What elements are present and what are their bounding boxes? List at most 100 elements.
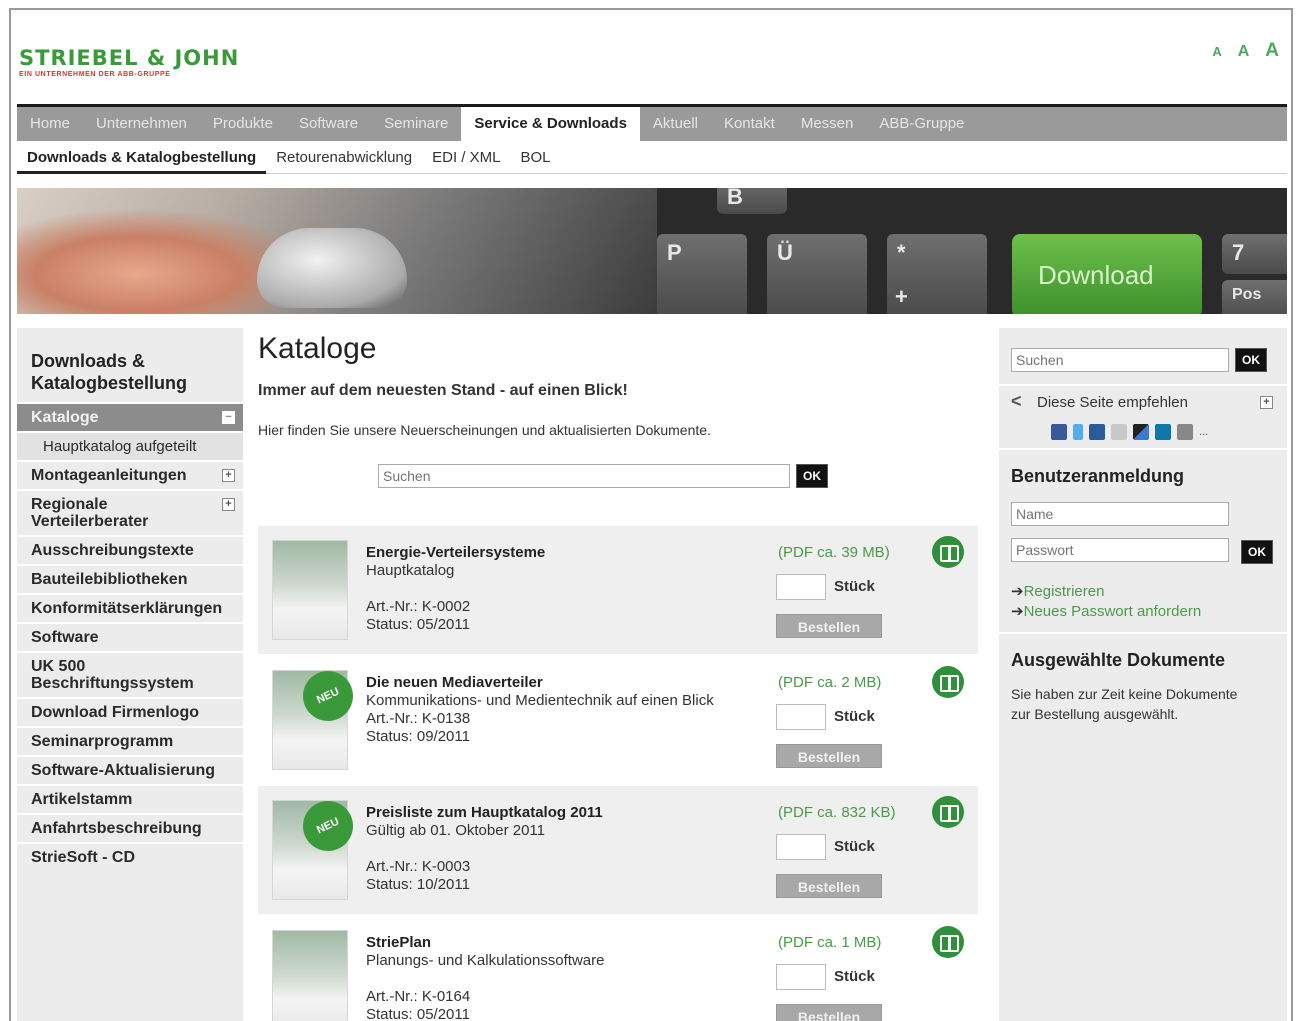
sidebar-item-label: Software-Aktualisierung <box>31 762 216 779</box>
sub-navigation: Downloads & Katalogbestellung Retourenab… <box>17 141 1287 174</box>
sidebar-item-striesoft-cd[interactable]: StrieSoft - CD <box>17 842 243 871</box>
catalog-search-ok-button[interactable]: OK <box>796 464 828 488</box>
hero-key-7: 7 <box>1222 234 1287 274</box>
nav-produkte[interactable]: Produkte <box>200 107 286 141</box>
quantity-input[interactable] <box>776 834 826 860</box>
site-search: OK <box>1011 348 1267 372</box>
more-icon[interactable]: ... <box>1199 426 1208 438</box>
site-search-ok-button[interactable]: OK <box>1235 348 1267 372</box>
quantity-input[interactable] <box>776 574 826 600</box>
left-sidebar: Downloads & Katalogbestellung Kataloge − … <box>17 328 243 1021</box>
sidebar-item-montageanleitungen[interactable]: Montageanleitungen + <box>17 460 243 489</box>
login-name-field[interactable] <box>1011 502 1229 526</box>
login-ok-button[interactable]: OK <box>1241 540 1273 564</box>
subnav-downloads-katalogbestellung[interactable]: Downloads & Katalogbestellung <box>17 141 267 174</box>
book-icon[interactable] <box>932 536 964 568</box>
quantity-unit-label: Stück <box>834 578 875 595</box>
sidebar-title: Downloads & Katalogbestellung <box>31 351 188 393</box>
share-page[interactable]: Diese Seite empfehlen <box>1011 391 1188 412</box>
list-item: Energie-Verteilersysteme Hauptkatalog Ar… <box>258 526 978 654</box>
nav-home[interactable]: Home <box>17 107 83 141</box>
pdf-download-link[interactable]: (PDF ca. 39 MB) <box>778 544 890 561</box>
product-name[interactable]: Preisliste zum Hauptkatalog 2011 <box>366 804 746 822</box>
catalog-cover-image[interactable] <box>272 540 348 640</box>
list-item: NEU Preisliste zum Hauptkatalog 2011 Gül… <box>258 786 978 914</box>
sidebar-item-anfahrtsbeschreibung[interactable]: Anfahrtsbeschreibung <box>17 813 243 842</box>
quantity-unit-label: Stück <box>834 968 875 985</box>
sidebar-item-software[interactable]: Software <box>17 622 243 651</box>
selected-documents-title: Ausgewählte Dokumente <box>1011 650 1226 670</box>
font-size-medium-button[interactable]: A <box>1238 43 1250 61</box>
book-icon[interactable] <box>932 926 964 958</box>
order-button[interactable]: Bestellen <box>776 874 882 898</box>
book-icon[interactable] <box>932 666 964 698</box>
sidebar-item-regionale-verteilerberater[interactable]: Regionale Verteilerberater + <box>17 489 243 535</box>
bookmark-icon[interactable] <box>1111 424 1127 440</box>
quantity-input[interactable] <box>776 964 826 990</box>
expand-icon[interactable]: + <box>1260 396 1273 409</box>
book-icon[interactable] <box>932 796 964 828</box>
sidebar-item-download-firmenlogo[interactable]: Download Firmenlogo <box>17 697 243 726</box>
sidebar-item-label: Software <box>31 629 99 646</box>
linkedin-icon[interactable] <box>1155 424 1171 440</box>
product-art-nr: Art.-Nr.: K-0002 <box>366 598 471 615</box>
sidebar-item-label: UK 500 Beschriftungssystem <box>31 658 194 692</box>
arrow-right-icon: ➔ <box>1011 603 1024 620</box>
subnav-retourenabwicklung[interactable]: Retourenabwicklung <box>266 141 422 174</box>
facebook-icon[interactable] <box>1051 424 1067 440</box>
sidebar-item-hauptkatalog-aufgeteilt[interactable]: Hauptkatalog aufgeteilt <box>17 431 243 460</box>
sidebar-item-label: Regionale Verteilerberater <box>31 496 149 530</box>
nav-aktuell[interactable]: Aktuell <box>640 107 711 141</box>
order-button[interactable]: Bestellen <box>776 1004 882 1021</box>
site-search-input[interactable] <box>1011 348 1229 372</box>
nav-abb-gruppe[interactable]: ABB-Gruppe <box>866 107 977 141</box>
catalog-search-input[interactable] <box>378 464 790 488</box>
expand-icon[interactable]: + <box>222 498 235 511</box>
order-button[interactable]: Bestellen <box>776 744 882 768</box>
register-link-label: Registrieren <box>1023 583 1105 600</box>
quantity-unit-label: Stück <box>834 708 875 725</box>
product-name[interactable]: Die neuen Mediaverteiler <box>366 674 746 692</box>
quantity-input[interactable] <box>776 704 826 730</box>
twitter-icon[interactable] <box>1073 424 1083 440</box>
order-button[interactable]: Bestellen <box>776 614 882 638</box>
register-link[interactable]: ➔Registrieren <box>1011 582 1104 600</box>
company-logo[interactable]: STRIEBEL & JOHN EIN UNTERNEHMEN DER ABB-… <box>19 46 239 78</box>
product-info: Energie-Verteilersysteme Hauptkatalog Ar… <box>366 544 746 634</box>
pdf-download-link[interactable]: (PDF ca. 832 KB) <box>778 804 896 821</box>
expand-icon[interactable]: + <box>222 469 235 482</box>
login-password-field[interactable] <box>1011 538 1229 562</box>
pdf-download-link[interactable]: (PDF ca. 1 MB) <box>778 934 881 951</box>
sidebar-item-ausschreibungstexte[interactable]: Ausschreibungstexte <box>17 535 243 564</box>
print-icon[interactable] <box>1177 424 1193 440</box>
delicious-icon[interactable] <box>1133 424 1149 440</box>
nav-unternehmen[interactable]: Unternehmen <box>83 107 200 141</box>
font-size-large-button[interactable]: A <box>1265 40 1279 62</box>
list-item: NEU Die neuen Mediaverteiler Kommunikati… <box>258 656 978 784</box>
sidebar-item-uk500[interactable]: UK 500 Beschriftungssystem <box>17 651 243 697</box>
share-icon[interactable] <box>1089 424 1105 440</box>
nav-seminare[interactable]: Seminare <box>371 107 461 141</box>
new-password-link[interactable]: ➔Neues Passwort anfordern <box>1011 602 1201 620</box>
sidebar-item-seminarprogramm[interactable]: Seminarprogramm <box>17 726 243 755</box>
social-icons: ... <box>1051 424 1208 440</box>
product-name[interactable]: Energie-Verteilersysteme <box>366 544 746 562</box>
sidebar-item-konformitaetserklaerungen[interactable]: Konformitätserklärungen <box>17 593 243 622</box>
subnav-edi-xml[interactable]: EDI / XML <box>422 141 510 174</box>
pdf-download-link[interactable]: (PDF ca. 2 MB) <box>778 674 881 691</box>
font-size-small-button[interactable]: A <box>1212 44 1221 59</box>
nav-service-downloads[interactable]: Service & Downloads <box>461 107 640 143</box>
sidebar-item-bauteilebibliotheken[interactable]: Bauteilebibliotheken <box>17 564 243 593</box>
subnav-bol[interactable]: BOL <box>510 141 560 174</box>
nav-software[interactable]: Software <box>286 107 371 141</box>
nav-messen[interactable]: Messen <box>788 107 867 141</box>
sidebar-item-artikelstamm[interactable]: Artikelstamm <box>17 784 243 813</box>
hero-mouse <box>257 228 407 308</box>
quantity-unit-label: Stück <box>834 838 875 855</box>
product-name[interactable]: StriePlan <box>366 934 746 952</box>
catalog-cover-image[interactable] <box>272 930 348 1021</box>
sidebar-item-kataloge[interactable]: Kataloge − <box>17 402 243 431</box>
sidebar-item-software-aktualisierung[interactable]: Software-Aktualisierung <box>17 755 243 784</box>
nav-kontakt[interactable]: Kontakt <box>711 107 788 141</box>
collapse-icon[interactable]: − <box>222 411 235 424</box>
